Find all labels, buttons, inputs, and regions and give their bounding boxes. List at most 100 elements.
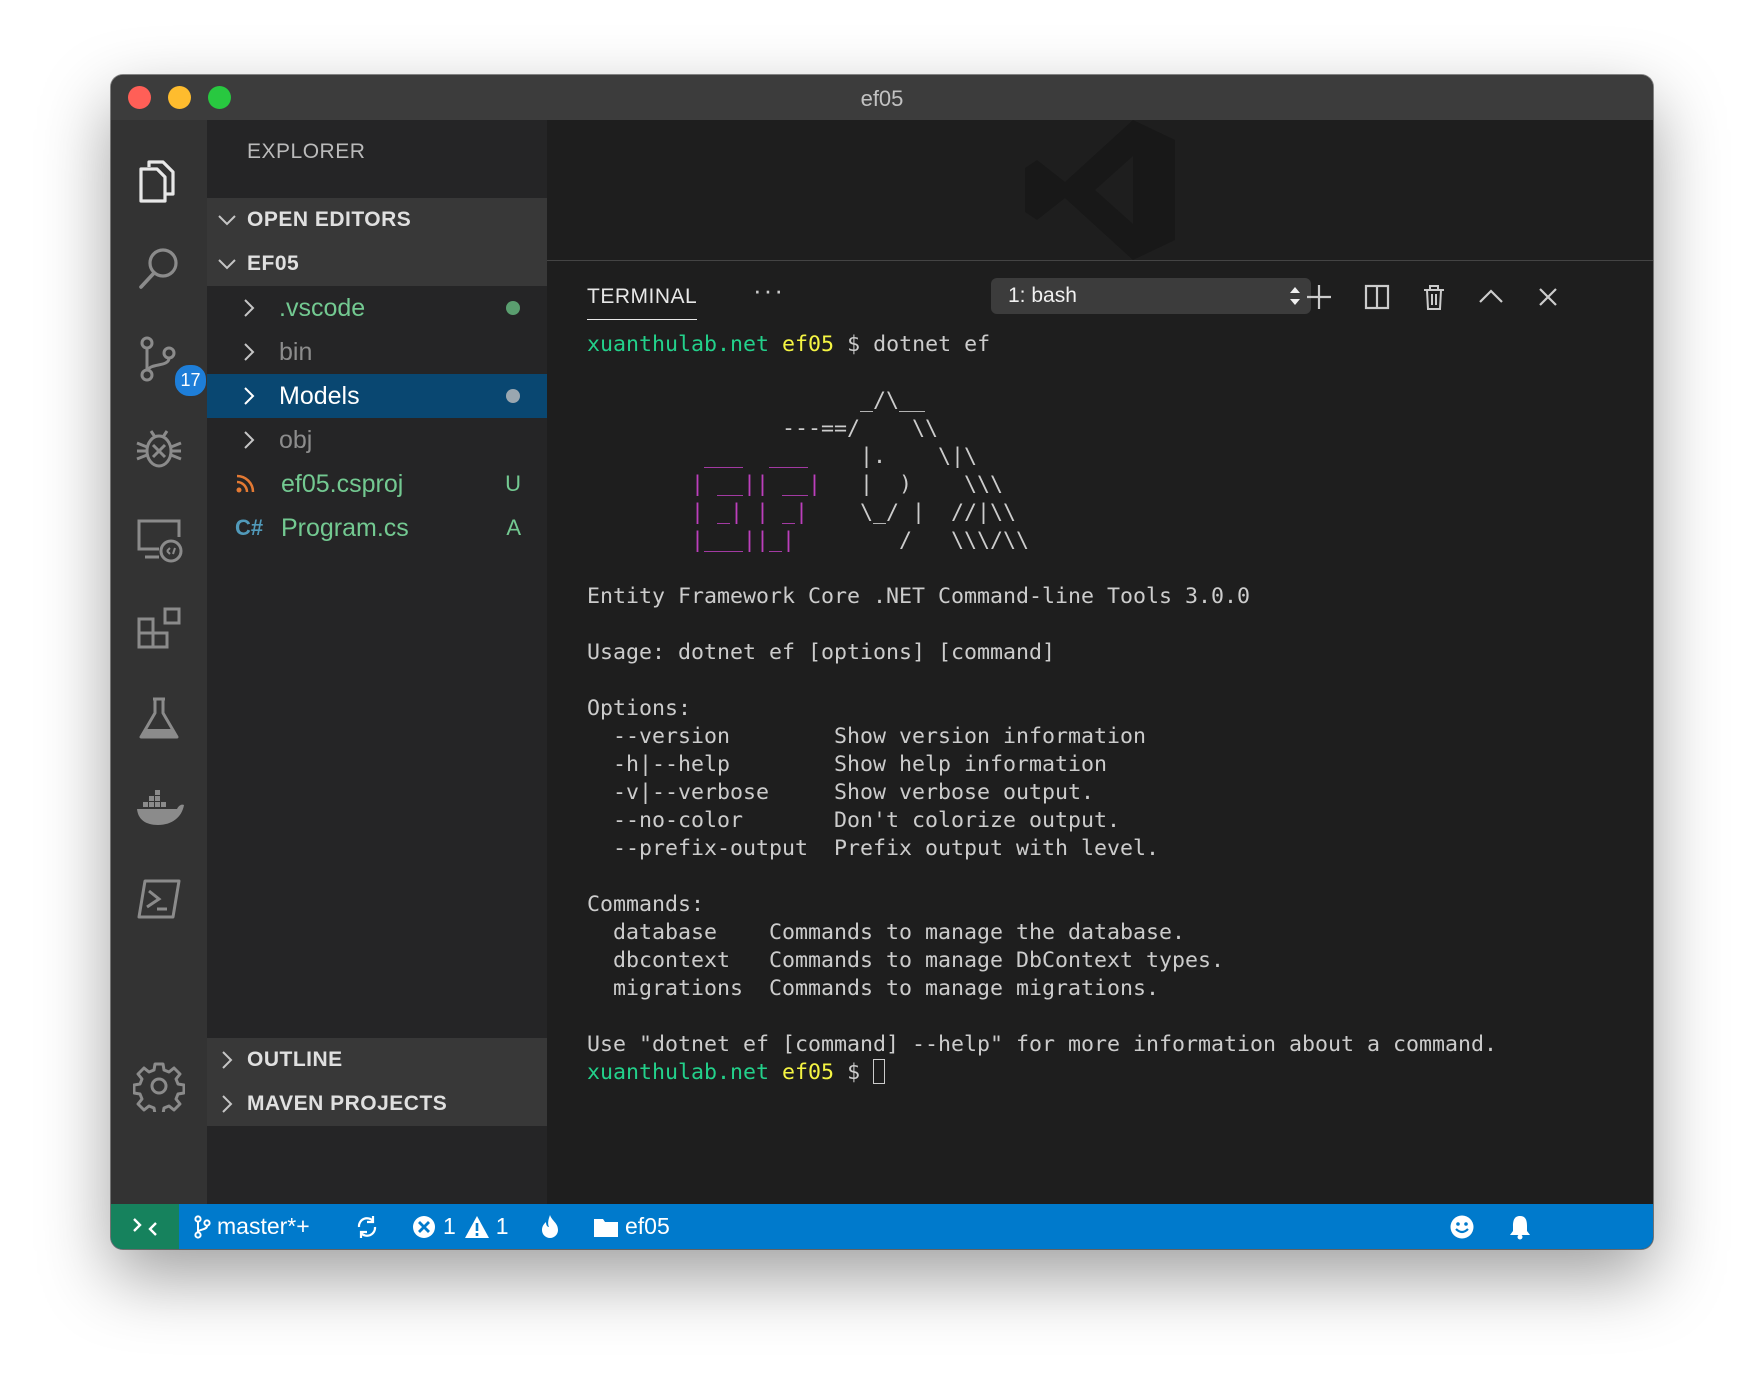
powershell-activity[interactable] xyxy=(123,863,195,935)
output-line: -v|--verbose Show verbose output. xyxy=(587,780,1095,805)
chevron-right-icon xyxy=(207,1050,247,1070)
search-activity[interactable] xyxy=(123,233,195,305)
add-icon xyxy=(1307,285,1331,309)
active-tab-indicator xyxy=(587,319,697,320)
output-line: --version Show version information xyxy=(587,724,1147,749)
sync-button[interactable] xyxy=(355,1204,385,1249)
title-bar: ef05 xyxy=(111,75,1653,121)
sync-icon xyxy=(357,1215,377,1238)
extensions-activity[interactable] xyxy=(123,593,195,665)
split-icon xyxy=(1364,284,1390,310)
vscode-watermark-icon xyxy=(1025,120,1175,260)
maven-projects-header[interactable]: MAVEN PROJECTS xyxy=(207,1082,547,1126)
output-line: migrations Commands to manage migrations… xyxy=(587,976,1160,1001)
outline-label: OUTLINE xyxy=(247,1048,343,1071)
flame-button[interactable] xyxy=(539,1204,567,1249)
ef-logo-line: ---==/ \\ xyxy=(587,416,939,441)
chevron-right-icon xyxy=(243,386,269,406)
new-terminal-button[interactable] xyxy=(1301,279,1337,315)
prompt-line: xuanthulab.net ef05 $ dotnet ef xyxy=(587,331,1637,359)
test-activity[interactable] xyxy=(123,683,195,755)
tree-item-program[interactable]: C# Program.cs A xyxy=(207,506,547,550)
prompt-host: xuanthulab.net xyxy=(587,332,770,357)
csharp-file-icon: C# xyxy=(235,515,264,540)
folder-label: ef05 xyxy=(625,1213,670,1239)
close-panel-button[interactable] xyxy=(1530,279,1566,315)
branch-label: master*+ xyxy=(217,1213,310,1239)
kill-terminal-button[interactable] xyxy=(1416,279,1452,315)
panel-header: TERMINAL ··· 1: bash xyxy=(547,261,1653,331)
folder-indicator[interactable]: ef05 xyxy=(593,1204,670,1249)
output-line: --no-color Don't colorize output. xyxy=(587,808,1121,833)
remote-explorer-icon xyxy=(137,519,183,563)
warning-icon xyxy=(464,1215,489,1238)
explorer-sidebar: EXPLORER OPEN EDITORS EF05 .vscode bin M… xyxy=(207,120,547,1204)
status-bar: master*+ 1 1 ef05 xyxy=(111,1204,1653,1249)
source-control-activity[interactable]: 17 xyxy=(123,323,208,398)
terminal-cursor xyxy=(873,1059,886,1084)
remote-explorer-activity[interactable] xyxy=(123,503,195,575)
flame-icon xyxy=(542,1214,558,1238)
debug-activity[interactable] xyxy=(123,413,195,485)
rss-file-icon xyxy=(235,474,271,494)
error-icon xyxy=(413,1215,435,1238)
search-icon xyxy=(139,248,178,289)
docker-icon xyxy=(137,790,184,825)
output-line: dbcontext Commands to manage DbContext t… xyxy=(587,948,1225,973)
maximize-panel-button[interactable] xyxy=(1473,279,1509,315)
close-icon xyxy=(1539,288,1557,306)
notifications-button[interactable] xyxy=(1508,1204,1538,1249)
modified-dot xyxy=(506,301,520,315)
typed-command: dotnet ef xyxy=(873,332,991,357)
git-status-added: A xyxy=(506,515,521,540)
warning-count: 1 xyxy=(495,1213,509,1239)
prompt-line: xuanthulab.net ef05 $ xyxy=(587,1059,1637,1087)
prompt-symbol: $ xyxy=(847,1060,861,1085)
ef-logo-line: ___ ___ |. \|\ xyxy=(587,444,978,469)
vscode-window: ef05 17 EXPLORER OPEN EDITORS EF05 .vsco… xyxy=(111,75,1653,1249)
activity-bar: 17 xyxy=(111,120,208,1204)
tree-item-obj[interactable]: obj xyxy=(207,418,547,462)
project-header[interactable]: EF05 xyxy=(207,242,547,286)
smiley-icon xyxy=(1450,1215,1474,1238)
tree-item-csproj[interactable]: ef05.csproj U xyxy=(207,462,547,506)
problems-indicator[interactable]: 1 1 xyxy=(411,1204,509,1249)
tree-item-label: obj xyxy=(279,425,313,454)
output-line: Use "dotnet ef [command] --help" for mor… xyxy=(587,1032,1498,1057)
tree-item-vscode[interactable]: .vscode xyxy=(207,286,547,330)
remote-indicator[interactable] xyxy=(111,1204,179,1249)
split-terminal-button[interactable] xyxy=(1359,279,1395,315)
output-line: database Commands to manage the database… xyxy=(587,920,1186,945)
prompt-dir: ef05 xyxy=(782,1060,835,1085)
outline-header[interactable]: OUTLINE xyxy=(207,1038,547,1082)
tab-terminal[interactable]: TERMINAL xyxy=(587,285,697,309)
open-editors-header[interactable]: OPEN EDITORS xyxy=(207,198,547,242)
powershell-icon xyxy=(137,879,181,919)
terminal-select[interactable]: 1: bash xyxy=(991,278,1311,314)
tree-item-bin[interactable]: bin xyxy=(207,330,547,374)
test-flask-icon xyxy=(139,697,179,739)
prompt-symbol: $ xyxy=(847,332,861,357)
trash-icon xyxy=(1424,285,1444,310)
prompt-host: xuanthulab.net xyxy=(587,1060,770,1085)
debug-icon xyxy=(136,430,182,468)
git-status-untracked: U xyxy=(505,471,521,496)
explorer-activity[interactable] xyxy=(123,143,195,215)
tree-item-label: Models xyxy=(279,381,360,410)
branch-indicator[interactable]: master*+ xyxy=(193,1204,310,1249)
tree-item-models[interactable]: Models xyxy=(207,374,547,418)
terminal-output[interactable]: xuanthulab.net ef05 $ dotnet ef _/\__ --… xyxy=(587,331,1637,1191)
output-line: Entity Framework Core .NET Command-line … xyxy=(587,584,1251,609)
more-actions-button[interactable]: ··· xyxy=(753,275,785,306)
settings-activity[interactable] xyxy=(123,1050,195,1122)
folder-icon xyxy=(594,1218,618,1237)
files-icon xyxy=(139,160,175,203)
feedback-button[interactable] xyxy=(1449,1204,1481,1249)
prompt-dir: ef05 xyxy=(782,332,835,357)
terminal-panel: TERMINAL ··· 1: bash xuanthulab.net ef05… xyxy=(547,260,1653,1205)
docker-activity[interactable] xyxy=(123,773,195,845)
modified-dot xyxy=(506,389,520,403)
